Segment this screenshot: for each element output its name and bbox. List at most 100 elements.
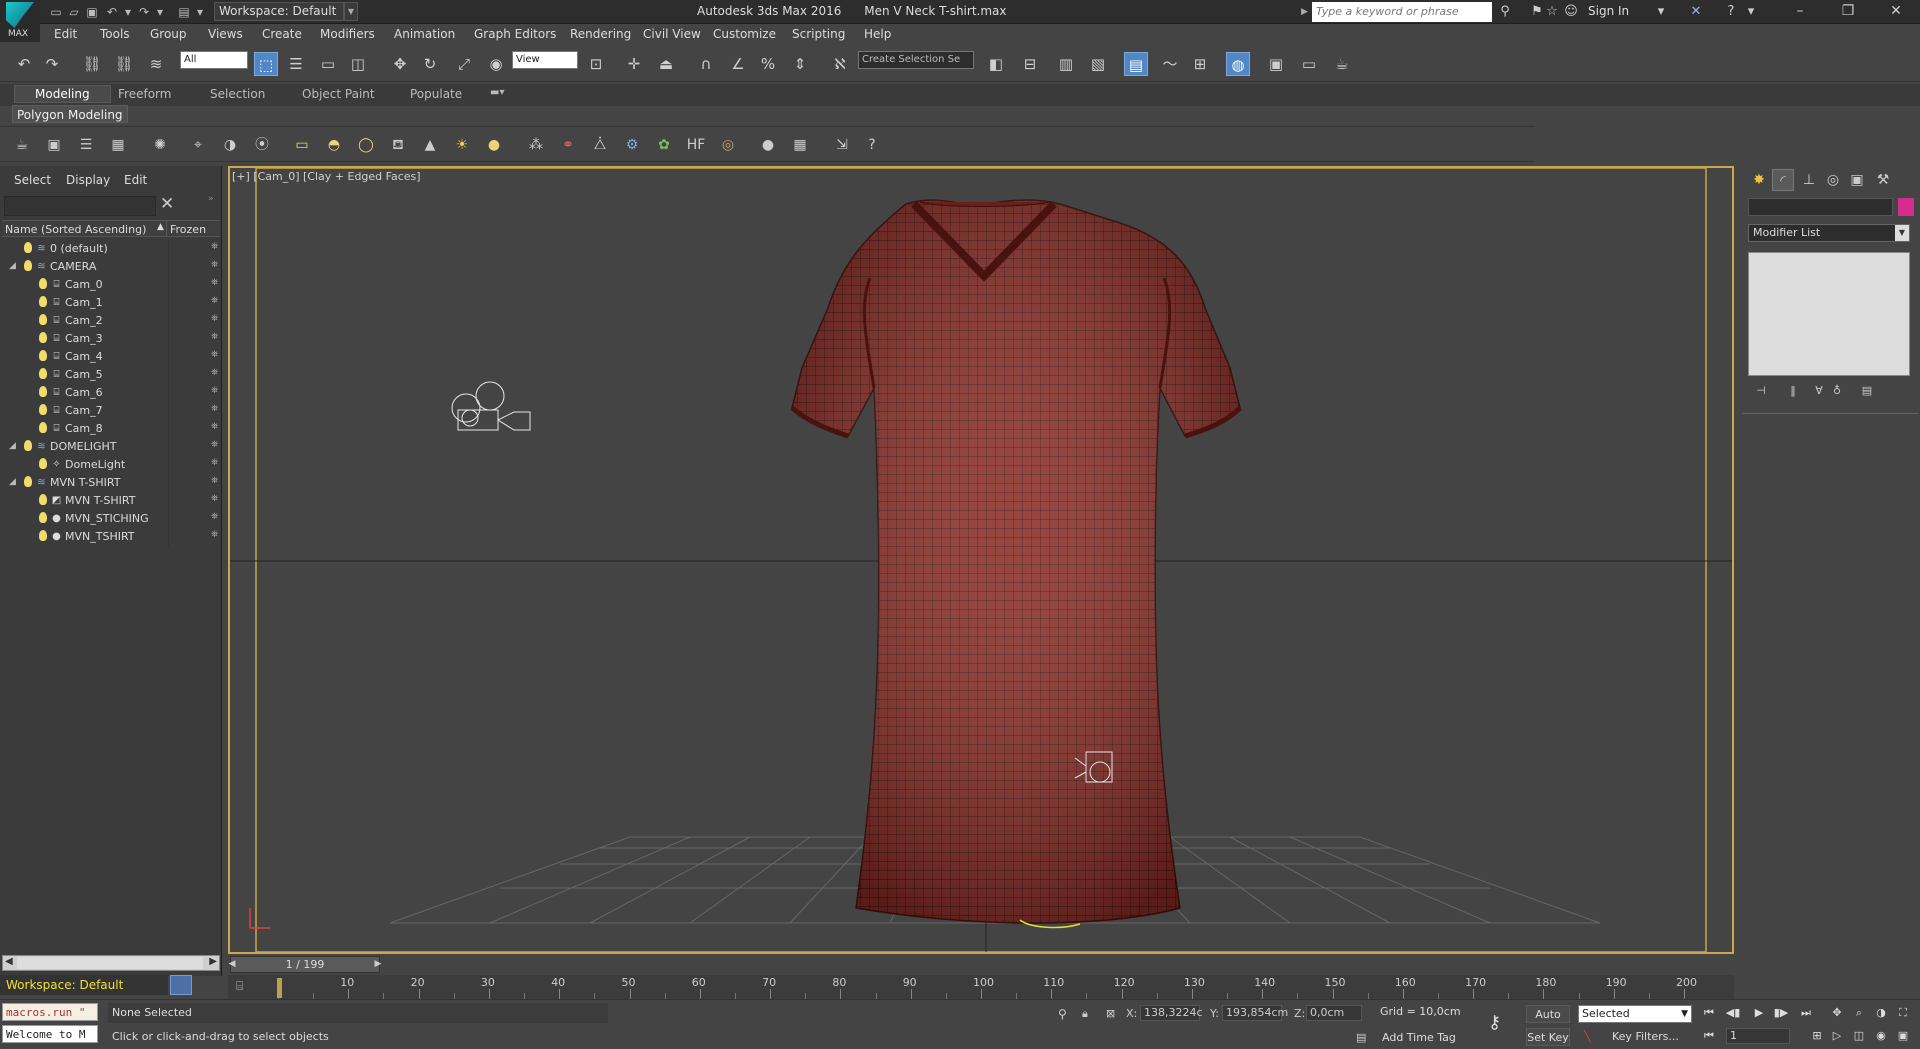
visibility-bulb-icon[interactable] [39,368,47,379]
frozen-toggle-icon[interactable]: ⛯ [211,386,218,396]
visibility-bulb-icon[interactable] [39,494,47,505]
frozen-toggle-icon[interactable]: ⛯ [211,350,218,360]
grass-icon[interactable]: ✿ [654,135,674,155]
checker-icon[interactable]: ▦ [790,135,810,155]
time-config-icon[interactable]: ⊞ [1808,1028,1826,1044]
visibility-bulb-icon[interactable] [39,422,47,433]
minimize-button[interactable]: – [1780,0,1820,24]
column-name-header[interactable]: Name (Sorted Ascending) [5,223,146,236]
keyboard-shortcut-override-icon[interactable]: ⏏ [654,52,678,76]
object-color-swatch[interactable] [1898,198,1914,216]
time-slider[interactable]: 1 / 199 [230,956,380,973]
reference-coord-select[interactable]: View [512,51,578,69]
snaps-toggle-icon[interactable]: ∩ [694,52,718,76]
visibility-bulb-icon[interactable] [39,458,47,469]
frozen-toggle-icon[interactable]: ⛯ [211,512,218,522]
tab-selection[interactable]: Selection [210,87,265,101]
window-crossing-icon[interactable]: ◫ [346,52,370,76]
visibility-bulb-icon[interactable] [39,350,47,361]
gear-icon[interactable]: ⚙ [622,135,642,155]
roll-icon[interactable]: ◉ [1872,1028,1890,1044]
redo-quick-icon[interactable]: ↷ [136,4,152,20]
menu-graph-editors[interactable]: Graph Editors [474,27,556,41]
tripod-icon[interactable]: ⧊ [590,135,610,155]
redo-dropdown-icon[interactable]: ▾ [152,4,168,20]
search-input[interactable]: Type a keyword or phrase [1312,2,1492,22]
menu-civil-view[interactable]: Civil View [643,27,701,41]
visibility-bulb-icon[interactable] [39,386,47,397]
tree-row[interactable]: ● MVN_TSHIRT ⛯ [2,528,220,546]
goto-start-icon[interactable]: ⏮ [1700,1005,1718,1021]
layer-explorer-icon[interactable]: ▥ [1054,52,1078,76]
scene-list-icon[interactable]: ☰ [76,135,96,155]
curve-editor-icon[interactable]: 〜 [1158,52,1182,76]
new-file-icon[interactable]: ▭ [48,4,64,20]
export-icon[interactable]: ⇲ [832,135,852,155]
scroll-thumb[interactable] [17,957,203,969]
cone-icon[interactable]: ▲ [420,135,440,155]
pin-stack-icon[interactable]: ⊣ [1752,384,1770,400]
bones-icon[interactable]: ⚭ [558,135,578,155]
menu-scripting[interactable]: Scripting [792,27,845,41]
prev-frame-icon[interactable]: ◀▮ [1724,1005,1742,1021]
tree-row[interactable]: ◩ MVN T-SHIRT ⛯ [2,492,220,510]
menu-help[interactable]: Help [864,27,891,41]
undo-dropdown-icon[interactable]: ▾ [120,4,136,20]
tree-row[interactable]: ◢ ≋ MVN T-SHIRT ⛯ [2,474,220,492]
material-sphere-icon[interactable]: ● [758,135,778,155]
menu-animation[interactable]: Animation [394,27,455,41]
visibility-bulb-icon[interactable] [39,332,47,343]
tree-row[interactable]: ⌸ Cam_2 ⛯ [2,312,220,330]
sphere-light-icon[interactable]: ◯ [356,135,376,155]
selection-filter-select[interactable]: All [180,51,248,69]
se-collapse-icon[interactable]: » [208,194,214,204]
visibility-bulb-icon[interactable] [24,260,32,271]
tree-row[interactable]: ⌸ Cam_1 ⛯ [2,294,220,312]
tree-row[interactable]: ◢ ≋ CAMERA ⛯ [2,258,220,276]
visibility-bulb-icon[interactable] [39,314,47,325]
open-file-icon[interactable]: ▱ [66,4,82,20]
menu-group[interactable]: Group [150,27,187,41]
time-next-icon[interactable]: ▶ [372,956,384,973]
material-editor-icon[interactable]: ◍ [1226,52,1250,76]
visibility-bulb-icon[interactable] [24,440,32,451]
maxscript-listener-line[interactable]: macros.run " [2,1003,98,1021]
expand-triangle-icon[interactable]: ◢ [9,261,16,271]
frozen-toggle-icon[interactable]: ⛯ [211,278,218,288]
scroll-left-icon[interactable]: ◀ [5,956,13,967]
key-icon[interactable]: ⚷ [1488,1012,1501,1033]
mirror-icon[interactable]: ◧ [984,52,1008,76]
teapot-icon[interactable]: ☕ [12,135,32,155]
se-menu-edit[interactable]: Edit [124,173,147,187]
se-find-input[interactable] [4,196,156,216]
frozen-toggle-icon[interactable]: ⛯ [211,440,218,450]
modifier-list-select[interactable]: Modifier List ▼ [1748,224,1910,242]
pan-view-icon[interactable]: ✥ [1828,1005,1846,1021]
pivot-center-icon[interactable]: ⊡ [584,52,608,76]
polygon-modeling-panel[interactable]: Polygon Modeling [12,105,128,123]
frozen-toggle-icon[interactable]: ⛯ [211,242,218,252]
frozen-toggle-icon[interactable]: ⛯ [211,530,218,540]
goto-end-icon[interactable]: ⏭ [1797,1005,1815,1021]
absolute-mode-icon[interactable]: ⊠ [1106,1007,1115,1020]
layer-manager-icon[interactable]: ▧ [1086,52,1110,76]
fov-icon[interactable]: ⛶ [1894,1005,1912,1021]
tree-row[interactable]: ⌸ Cam_8 ⛯ [2,420,220,438]
sign-in-dropdown-icon[interactable]: ▾ [1652,3,1670,21]
sphere-icon[interactable]: ● [484,135,504,155]
utilities-tab-icon[interactable]: ⚒ [1872,169,1894,191]
tab-freeform[interactable]: Freeform [118,87,171,101]
visibility-bulb-icon[interactable] [24,476,32,487]
menu-tools[interactable]: Tools [100,27,130,41]
workspace-dropdown-icon[interactable]: ▼ [344,2,358,21]
film-icon[interactable]: ⦿ [252,135,272,155]
expand-triangle-icon[interactable]: ◢ [9,441,16,451]
frozen-toggle-icon[interactable]: ⛯ [211,404,218,414]
viewport-label[interactable]: [+] [Cam_0] [Clay + Edged Faces] [232,170,421,183]
tab-populate[interactable]: Populate [410,87,462,101]
layer-toggle-icon[interactable] [170,975,192,995]
visibility-bulb-icon[interactable] [39,404,47,415]
ribbon-options-icon[interactable]: ▬▾ [490,87,504,98]
menu-create[interactable]: Create [262,27,302,41]
configure-sets-icon[interactable]: ▤ [1858,384,1876,400]
